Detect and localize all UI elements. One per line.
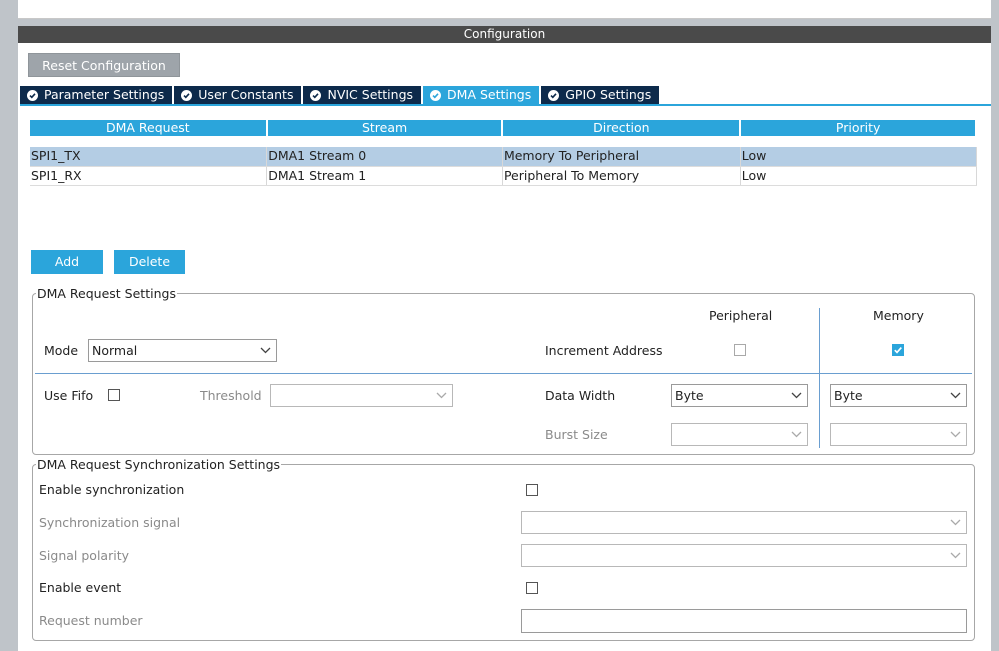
request-number-label: Request number — [39, 613, 143, 628]
peripheral-burst-size-select[interactable] — [671, 423, 808, 446]
enable-synchronization-checkbox[interactable] — [526, 484, 538, 496]
data-width-label: Data Width — [545, 388, 616, 403]
threshold-select[interactable] — [270, 384, 453, 407]
tab-dma-settings[interactable]: DMA Settings — [423, 86, 542, 104]
check-circle-icon — [27, 89, 38, 101]
cell-priority: Low — [740, 147, 977, 167]
signal-polarity-label: Signal polarity — [39, 548, 129, 563]
chevron-down-icon — [791, 392, 802, 399]
cell-stream: DMA1 Stream 1 — [266, 166, 503, 186]
enable-synchronization-label: Enable synchronization — [39, 482, 185, 497]
dma-request-settings-title: DMA Request Settings — [37, 286, 176, 301]
mode-select[interactable]: Normal — [88, 339, 277, 362]
memory-column-header: Memory — [873, 308, 924, 323]
tab-label: Parameter Settings — [44, 87, 165, 102]
peripheral-column-header: Peripheral — [709, 308, 773, 323]
use-fifo-checkbox[interactable] — [108, 389, 120, 401]
table-spacer — [30, 136, 976, 147]
memory-data-width-select[interactable]: Byte — [830, 384, 967, 407]
chevron-down-icon — [950, 552, 961, 559]
cell-request: SPI1_TX — [30, 147, 268, 167]
cell-priority: Low — [740, 166, 977, 186]
add-button[interactable]: Add — [31, 250, 103, 274]
peripheral-data-width-select[interactable]: Byte — [671, 384, 808, 407]
mode-label: Mode — [44, 343, 79, 358]
column-header-direction[interactable]: Direction — [502, 120, 742, 136]
configuration-panel: Configuration Reset Configuration Parame… — [18, 26, 991, 651]
threshold-label: Threshold — [200, 388, 262, 403]
chevron-down-icon — [950, 519, 961, 526]
dma-sync-settings-title: DMA Request Synchronization Settings — [37, 457, 281, 472]
tab-label: NVIC Settings — [327, 87, 414, 102]
check-circle-icon — [310, 89, 322, 101]
burst-size-label: Burst Size — [545, 427, 608, 442]
table-header-row: DMA Request Stream Direction Priority — [30, 120, 977, 136]
tab-label: User Constants — [198, 87, 294, 102]
signal-polarity-select[interactable] — [521, 544, 967, 567]
column-header-dma-request[interactable]: DMA Request — [30, 120, 268, 136]
reset-configuration-button[interactable]: Reset Configuration — [28, 53, 180, 77]
mode-select-value: Normal — [92, 343, 138, 358]
check-circle-icon — [548, 89, 560, 101]
tab-gpio-settings[interactable]: GPIO Settings — [541, 86, 662, 104]
delete-button[interactable]: Delete — [114, 250, 185, 274]
tab-underline — [20, 104, 991, 106]
chevron-down-icon — [950, 431, 961, 438]
synchronization-signal-label: Synchronization signal — [39, 515, 181, 530]
cell-direction: Peripheral To Memory — [502, 166, 741, 186]
tab-nvic-settings[interactable]: NVIC Settings — [303, 86, 424, 104]
check-circle-icon — [181, 89, 193, 101]
tab-label: DMA Settings — [447, 87, 532, 102]
cell-stream: DMA1 Stream 0 — [266, 147, 503, 167]
cell-request: SPI1_RX — [30, 166, 268, 186]
peripheral-increment-checkbox[interactable] — [734, 344, 746, 356]
enable-event-checkbox[interactable] — [526, 582, 538, 594]
tab-user-constants[interactable]: User Constants — [174, 86, 304, 104]
tab-label: GPIO Settings — [565, 87, 652, 102]
peripheral-data-width-value: Byte — [675, 388, 704, 403]
checkmark-icon — [894, 347, 902, 354]
table-row[interactable]: SPI1_TX DMA1 Stream 0 Memory To Peripher… — [30, 147, 977, 167]
top-panel — [18, 0, 991, 19]
enable-event-label: Enable event — [39, 580, 122, 595]
tab-parameter-settings[interactable]: Parameter Settings — [20, 86, 175, 104]
column-header-stream[interactable]: Stream — [266, 120, 504, 136]
chevron-down-icon — [260, 347, 271, 354]
column-header-priority[interactable]: Priority — [740, 120, 977, 136]
chevron-down-icon — [791, 431, 802, 438]
chevron-down-icon — [950, 392, 961, 399]
chevron-down-icon — [436, 392, 447, 399]
column-divider — [819, 308, 820, 448]
cell-direction: Memory To Peripheral — [502, 147, 741, 167]
configuration-header: Configuration — [18, 26, 991, 43]
dma-request-table: DMA Request Stream Direction Priority SP… — [30, 120, 977, 186]
synchronization-signal-select[interactable] — [521, 511, 967, 534]
memory-burst-size-select[interactable] — [830, 423, 967, 446]
use-fifo-label: Use Fifo — [44, 388, 94, 403]
check-circle-icon — [430, 89, 442, 101]
table-row[interactable]: SPI1_RX DMA1 Stream 1 Peripheral To Memo… — [30, 166, 977, 186]
increment-address-label: Increment Address — [545, 343, 663, 358]
request-number-input[interactable] — [521, 609, 967, 633]
memory-data-width-value: Byte — [834, 388, 863, 403]
settings-tabs: Parameter Settings User Constants NVIC S… — [20, 86, 662, 104]
memory-increment-checkbox[interactable] — [892, 344, 904, 356]
row-divider — [35, 373, 972, 374]
